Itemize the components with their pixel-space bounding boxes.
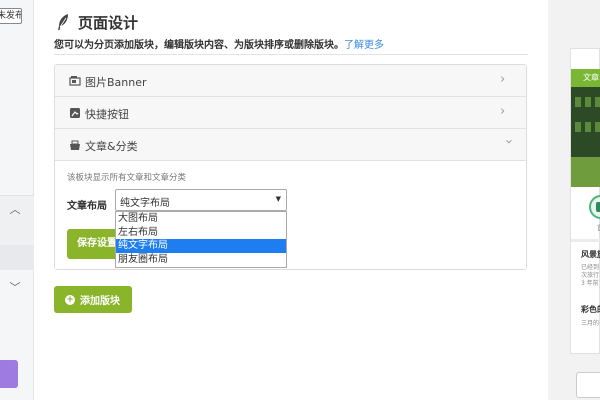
- feather-icon: [58, 14, 68, 30]
- preview-divider: [571, 239, 600, 242]
- preview-article-title: 彩色的: [581, 305, 600, 314]
- article-section-body: 该板块显示所有文章和文章分类 文章布局 纯文字布局 ▼ 保存设置 大图布局 左右…: [55, 161, 526, 269]
- section-label: 快捷按钮: [85, 108, 129, 121]
- section-image-banner[interactable]: 图片Banner ›: [55, 65, 526, 97]
- section-label: 文章&分类: [85, 140, 138, 153]
- add-block-button[interactable]: + 添加版块: [54, 286, 132, 313]
- preview-action-button[interactable]: [576, 372, 600, 398]
- header-divider: [54, 54, 528, 55]
- layout-option[interactable]: 左右布局: [116, 226, 286, 240]
- sections-panel: 图片Banner › 快捷按钮 › 文章&分类 › 该板块显示所有文章和文章分类…: [54, 64, 527, 270]
- layout-option[interactable]: 朋友圈布局: [116, 253, 286, 267]
- layout-option-selected[interactable]: 纯文字布局: [116, 239, 286, 253]
- select-value: 纯文字布局: [120, 198, 170, 209]
- sidebar-item-selected[interactable]: [0, 245, 34, 270]
- page-header: 页面设计: [56, 10, 138, 34]
- page-title: 页面设计: [78, 13, 139, 32]
- dropdown-caret-icon: ▼: [275, 195, 281, 203]
- learn-more-link[interactable]: 了解更多: [344, 40, 384, 51]
- quick-button-icon: [70, 108, 80, 118]
- section-articles-categories[interactable]: 文章&分类 ›: [55, 129, 526, 161]
- chevron-up-icon[interactable]: ︿: [9, 204, 21, 216]
- page-description: 您可以为分页添加版块，编辑版块内容、为版块排序或删除版块。了解更多: [54, 36, 384, 51]
- section-quick-buttons[interactable]: 快捷按钮 ›: [55, 97, 526, 129]
- preview-article-title: 风景旅: [581, 250, 600, 259]
- chevron-right-icon[interactable]: ›: [500, 105, 512, 119]
- description-text: 您可以为分页添加版块，编辑版块内容、为版块排序或删除版块。: [54, 40, 344, 51]
- sidebar-purple-button[interactable]: [0, 360, 18, 388]
- preview-banner-image: [571, 87, 600, 187]
- main-content: 页面设计 您可以为分页添加版块，编辑版块内容、为版块排序或删除版块。了解更多 图…: [34, 0, 548, 400]
- add-block-label: 添加版块: [80, 296, 120, 307]
- layout-dropdown-list: 大图布局 左右布局 纯文字布局 朋友圈布局: [115, 211, 287, 268]
- preview-header: 文章: [571, 69, 600, 87]
- section-label: 图片Banner: [85, 76, 147, 89]
- section-note: 该板块显示所有文章和文章分类: [67, 173, 187, 183]
- article-category-icon: [70, 140, 80, 150]
- phone-preview: 文章 首 风景旅 已经到 次旅行 3 年前 彩色的 三月的: [570, 48, 600, 354]
- chevron-down-icon[interactable]: ﹀: [9, 282, 21, 294]
- left-sidebar: 未发布 ︿ ﹀: [0, 0, 34, 400]
- preview-article-meta: 三月的: [581, 320, 600, 327]
- layout-label: 文章布局: [67, 201, 107, 212]
- plus-icon: +: [65, 294, 75, 305]
- mobile-preview-area: 文章 首 风景旅 已经到 次旅行 3 年前 彩色的 三月的: [548, 0, 600, 400]
- layout-option[interactable]: 大图布局: [116, 212, 286, 226]
- chevron-right-icon[interactable]: ›: [500, 73, 512, 87]
- sidebar-group-expanded[interactable]: ︿: [0, 195, 34, 247]
- preview-quick-icon: [589, 195, 600, 219]
- preview-article-meta: 已经到 次旅行 3 年前: [581, 264, 600, 287]
- layout-select[interactable]: 纯文字布局 ▼: [115, 189, 287, 211]
- app-root: 未发布 ︿ ﹀ 页面设计 您可以为分页添加版块，编辑版块内容、为版块排序或删除版…: [0, 0, 600, 400]
- chevron-down-icon[interactable]: ›: [501, 139, 516, 151]
- publish-status-badge[interactable]: 未发布: [0, 8, 22, 24]
- image-banner-icon: [69, 76, 81, 86]
